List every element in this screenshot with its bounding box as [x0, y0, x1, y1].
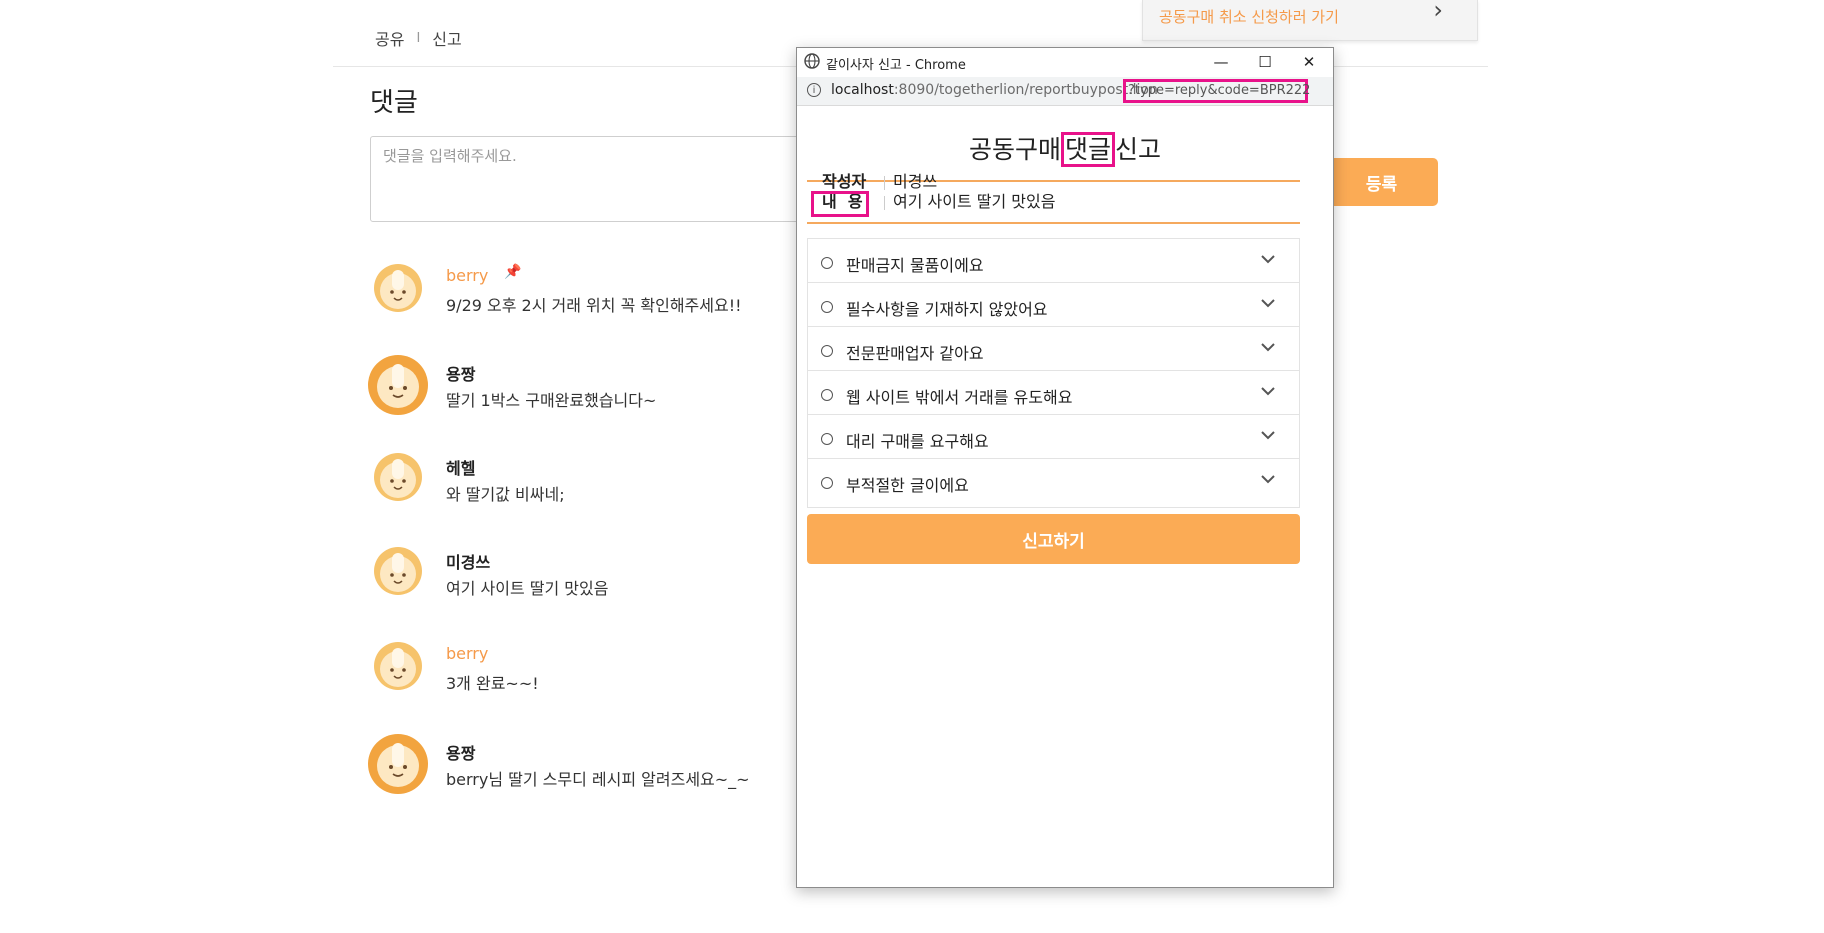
radio-button[interactable]: [821, 257, 833, 269]
divider-bottom: [807, 222, 1300, 224]
url-query-highlight: ?type=reply&code=BPR222: [1123, 79, 1310, 103]
comment-item: 용짱 딸기 1박스 구매완료했습니다~: [368, 355, 832, 427]
close-button[interactable]: ✕: [1287, 50, 1331, 74]
radio-button[interactable]: [821, 345, 833, 357]
info-icon[interactable]: i: [807, 83, 821, 97]
comment-input[interactable]: 댓글을 입력해주세요.: [370, 136, 812, 222]
reason-label: 필수사항을 기재하지 않았어요: [846, 300, 1048, 319]
reason-option[interactable]: 부적절한 글이에요: [807, 458, 1300, 508]
comment-author[interactable]: 용짱: [446, 361, 475, 385]
comment-author[interactable]: berry: [446, 644, 488, 663]
window-title: 같이사자 신고 - Chrome: [826, 58, 966, 73]
reason-label: 대리 구매를 요구해요: [846, 432, 989, 451]
window-titlebar[interactable]: 같이사자 신고 - Chrome — ☐ ✕: [797, 48, 1333, 78]
globe-icon: [804, 53, 820, 69]
cancel-request-text: 공동구매 취소 신청하러 가기: [1159, 8, 1339, 26]
reason-option[interactable]: 대리 구매를 요구해요: [807, 414, 1300, 464]
url-host: localhost: [831, 82, 894, 98]
reason-label: 판매금지 물품이에요: [846, 256, 984, 275]
reason-option[interactable]: 전문판매업자 같아요: [807, 326, 1300, 376]
chevron-right-icon: ›: [1433, 0, 1443, 24]
report-submit-button[interactable]: 신고하기: [807, 514, 1300, 564]
maximize-button[interactable]: ☐: [1243, 50, 1287, 74]
chevron-down-icon[interactable]: [1259, 382, 1277, 400]
comment-item: berry 📌 9/29 오후 2시 거래 위치 꼭 확인해주세요!!: [372, 262, 832, 332]
chevron-down-icon[interactable]: [1259, 470, 1277, 488]
comment-input-placeholder: 댓글을 입력해주세요.: [383, 147, 517, 165]
post-actions: 공유 I 신고: [375, 26, 462, 50]
comment-text: 9/29 오후 2시 거래 위치 꼭 확인해주세요!!: [446, 296, 742, 315]
comment-author[interactable]: berry: [446, 266, 488, 285]
reason-label: 전문판매업자 같아요: [846, 344, 984, 363]
chevron-down-icon[interactable]: [1259, 426, 1277, 444]
radio-button[interactable]: [821, 477, 833, 489]
radio-button[interactable]: [821, 433, 833, 445]
report-popup-window: 같이사자 신고 - Chrome — ☐ ✕ i localhost:8090/…: [796, 47, 1334, 888]
report-title-prefix: 공동구매: [968, 135, 1061, 164]
lion-avatar-icon: [374, 547, 422, 595]
report-link[interactable]: 신고: [432, 26, 461, 50]
report-title-suffix: 신고: [1115, 135, 1162, 164]
vertical-separator: [884, 195, 885, 210]
comment-author[interactable]: 용짱: [446, 740, 475, 764]
pin-icon: 📌: [504, 264, 522, 280]
reason-label: 웹 사이트 밖에서 거래를 유도해요: [846, 388, 1073, 407]
comment-item: 용짱 berry님 딸기 스무디 레시피 알려즈세요~_~: [368, 734, 832, 806]
minimize-button[interactable]: —: [1199, 50, 1243, 74]
comment-submit-button[interactable]: 등록: [1325, 158, 1438, 206]
reason-label: 부적절한 글이에요: [846, 476, 969, 495]
lion-avatar-icon: [374, 264, 422, 312]
comment-text: 딸기 1박스 구매완료했습니다~: [446, 391, 657, 410]
lion-avatar-icon: [374, 642, 422, 690]
cancel-request-card[interactable]: 공동구매 취소 신청하러 가기 ›: [1142, 0, 1478, 41]
comment-author[interactable]: 헤헬: [446, 455, 475, 479]
comments-title: 댓글: [370, 88, 418, 118]
url-path: :8090/togetherlion/reportbuypost.lion: [893, 82, 1158, 98]
chevron-down-icon[interactable]: [1259, 338, 1277, 356]
comment-author[interactable]: 미경쓰: [446, 549, 490, 573]
share-link[interactable]: 공유: [375, 26, 404, 50]
comment-item: 미경쓰 여기 사이트 딸기 맛있음: [372, 545, 832, 615]
report-title-highlight: 댓글: [1060, 132, 1115, 167]
content-value: 여기 사이트 딸기 맛있음: [893, 192, 1056, 211]
lion-avatar-icon: [374, 453, 422, 501]
comment-text: 여기 사이트 딸기 맛있음: [446, 579, 609, 598]
radio-button[interactable]: [821, 301, 833, 313]
comment-text: 3개 완료~~!: [446, 674, 539, 693]
reason-option[interactable]: 필수사항을 기재하지 않았어요: [807, 282, 1300, 332]
reason-option[interactable]: 판매금지 물품이에요: [807, 238, 1300, 288]
address-bar[interactable]: i localhost:8090/togetherlion/reportbuyp…: [797, 77, 1333, 106]
lion-avatar-icon: [368, 734, 428, 794]
lion-avatar-icon: [368, 355, 428, 415]
comment-text: 와 딸기값 비싸네;: [446, 485, 565, 504]
reason-option[interactable]: 웹 사이트 밖에서 거래를 유도해요: [807, 370, 1300, 420]
chevron-down-icon[interactable]: [1259, 250, 1277, 268]
comment-item: 헤헬 와 딸기값 비싸네;: [372, 451, 832, 521]
radio-button[interactable]: [821, 389, 833, 401]
report-title: 공동구매 댓글 신고: [797, 130, 1333, 167]
chevron-down-icon[interactable]: [1259, 294, 1277, 312]
content-label-highlight: [811, 191, 869, 217]
link-separator: I: [416, 30, 421, 46]
comment-item: berry 3개 완료~~!: [372, 640, 832, 710]
comment-text: berry님 딸기 스무디 레시피 알려즈세요~_~: [446, 770, 750, 789]
